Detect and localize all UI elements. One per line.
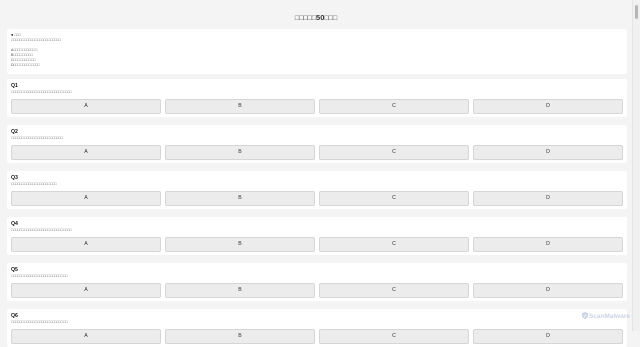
- option-row: A B C D: [11, 99, 623, 114]
- question-text: □□□□□□□□□□□□□□□□□□□□□□□□□□□□: [11, 228, 72, 232]
- option-button-b[interactable]: B: [165, 283, 315, 298]
- question-card-q2: Q2 □□□□□□□□□□□□□□□□□□□□□□□□ A B C D: [7, 125, 627, 163]
- option-row: A B C D: [11, 191, 623, 206]
- option-button-c[interactable]: C: [319, 145, 469, 160]
- option-button-c[interactable]: C: [319, 191, 469, 206]
- legend-item-d: D□□□□□□□□□□□□: [11, 63, 40, 67]
- question-label: Q1: [11, 83, 18, 89]
- option-button-b[interactable]: B: [165, 191, 315, 206]
- option-row: A B C D: [11, 283, 623, 298]
- intro-heading: □□□: [14, 33, 21, 37]
- option-row: A B C D: [11, 329, 623, 344]
- option-button-d[interactable]: D: [473, 145, 623, 160]
- question-label: Q5: [11, 267, 18, 273]
- question-card-q1: Q1 □□□□□□□□□□□□□□□□□□□□□□□□□□□□ A B C D: [7, 79, 627, 117]
- question-card-q4: Q4 □□□□□□□□□□□□□□□□□□□□□□□□□□□□ A B C D: [7, 217, 627, 255]
- question-card-q5: Q5 □□□□□□□□□□□□□□□□□□□□□□□□□□ A B C D: [7, 263, 627, 301]
- page: □□□□□50□□□ ● □□□ □□□□□□□□□□□□□□□□□□□□□□□…: [0, 0, 632, 347]
- scrollbar-thumb[interactable]: [635, 5, 638, 19]
- option-button-a[interactable]: A: [11, 99, 161, 114]
- option-button-d[interactable]: D: [473, 191, 623, 206]
- question-label: Q3: [11, 175, 18, 181]
- option-row: A B C D: [11, 145, 623, 160]
- question-text: □□□□□□□□□□□□□□□□□□□□□□□□: [11, 136, 64, 140]
- shield-icon: [581, 312, 588, 319]
- option-button-b[interactable]: B: [165, 237, 315, 252]
- option-button-b[interactable]: B: [165, 145, 315, 160]
- option-button-a[interactable]: A: [11, 329, 161, 344]
- intro-card: ● □□□ □□□□□□□□□□□□□□□□□□□□□□□ A□□□□□□□□□…: [7, 29, 627, 74]
- option-button-c[interactable]: C: [319, 237, 469, 252]
- intro-description: □□□□□□□□□□□□□□□□□□□□□□□: [11, 38, 61, 42]
- legend-item-c: C□□□□□□□□□□: [11, 58, 36, 62]
- option-row: A B C D: [11, 237, 623, 252]
- option-button-a[interactable]: A: [11, 145, 161, 160]
- option-button-a[interactable]: A: [11, 237, 161, 252]
- watermark: ScanMalware: [581, 312, 630, 320]
- page-title-suffix: □□□: [324, 15, 338, 22]
- watermark-text: ScanMalware: [588, 313, 630, 320]
- page-title: □□□□□50□□□: [0, 13, 632, 22]
- legend-item-a: A□□□□□□□□□□□: [11, 48, 38, 52]
- option-button-c[interactable]: C: [319, 329, 469, 344]
- question-card-q3: Q3 □□□□□□□□□□□□□□□□□□□□□ A B C D: [7, 171, 627, 209]
- question-label: Q4: [11, 221, 18, 227]
- option-button-b[interactable]: B: [165, 99, 315, 114]
- intro-heading-row: ● □□□: [11, 33, 21, 38]
- question-card-q6: Q6 □□□□□□□□□□□□□□□□□□□□□□□□□□ A B C D: [7, 309, 627, 347]
- option-button-c[interactable]: C: [319, 99, 469, 114]
- question-text: □□□□□□□□□□□□□□□□□□□□□: [11, 182, 57, 186]
- question-label: Q2: [11, 129, 18, 135]
- question-label: Q6: [11, 313, 18, 319]
- option-button-d[interactable]: D: [473, 283, 623, 298]
- legend-item-b: B□□□□□□□□□: [11, 53, 33, 57]
- option-button-d[interactable]: D: [473, 99, 623, 114]
- option-button-d[interactable]: D: [473, 237, 623, 252]
- page-title-prefix: □□□□□: [294, 15, 317, 22]
- question-text: □□□□□□□□□□□□□□□□□□□□□□□□□□□□: [11, 90, 72, 94]
- option-button-c[interactable]: C: [319, 283, 469, 298]
- option-button-b[interactable]: B: [165, 329, 315, 344]
- option-button-a[interactable]: A: [11, 283, 161, 298]
- option-button-a[interactable]: A: [11, 191, 161, 206]
- question-text: □□□□□□□□□□□□□□□□□□□□□□□□□□: [11, 320, 68, 324]
- scrollbar[interactable]: [632, 0, 640, 331]
- question-text: □□□□□□□□□□□□□□□□□□□□□□□□□□: [11, 274, 68, 278]
- option-button-d[interactable]: D: [473, 329, 623, 344]
